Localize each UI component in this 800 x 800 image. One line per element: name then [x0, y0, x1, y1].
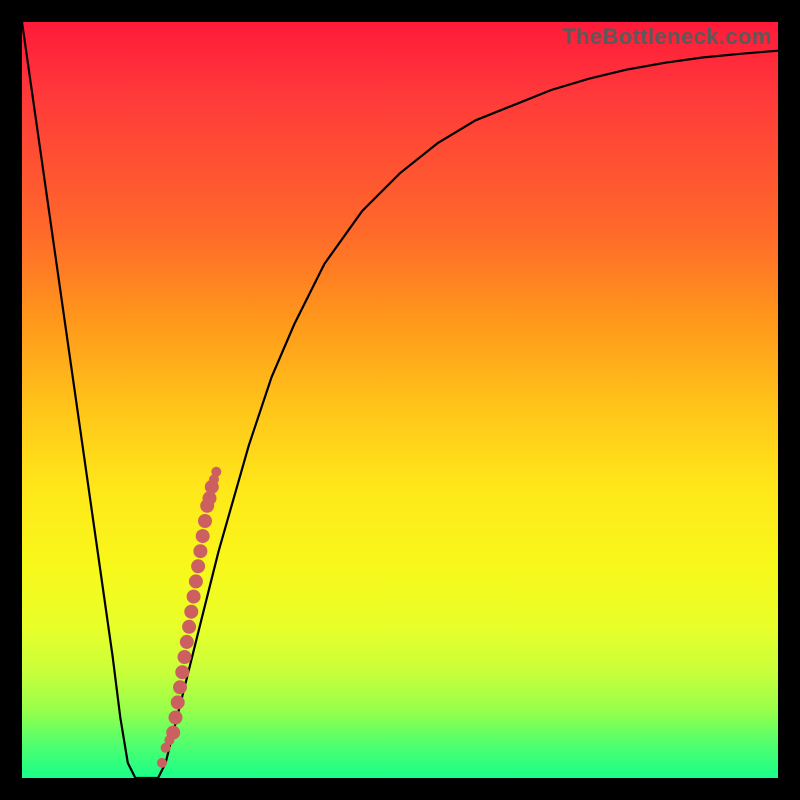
sample-point — [171, 695, 185, 709]
sample-point — [169, 711, 183, 725]
sample-point — [196, 529, 210, 543]
curve-svg — [22, 22, 778, 778]
sample-point — [175, 665, 189, 679]
sample-point — [193, 544, 207, 558]
chart-plot-area: TheBottleneck.com — [22, 22, 778, 778]
sample-point — [178, 650, 192, 664]
sample-point — [187, 590, 201, 604]
sample-point — [182, 620, 196, 634]
sample-point — [173, 680, 187, 694]
sample-point — [191, 559, 205, 573]
sample-point — [189, 574, 203, 588]
sample-point — [180, 635, 194, 649]
sample-point — [211, 467, 221, 477]
sample-point — [157, 758, 167, 768]
chart-frame: TheBottleneck.com — [0, 0, 800, 800]
sample-points-group — [157, 467, 221, 768]
sample-point — [184, 605, 198, 619]
sample-point — [166, 726, 180, 740]
sample-point — [198, 514, 212, 528]
bottleneck-curve-path — [22, 22, 778, 778]
